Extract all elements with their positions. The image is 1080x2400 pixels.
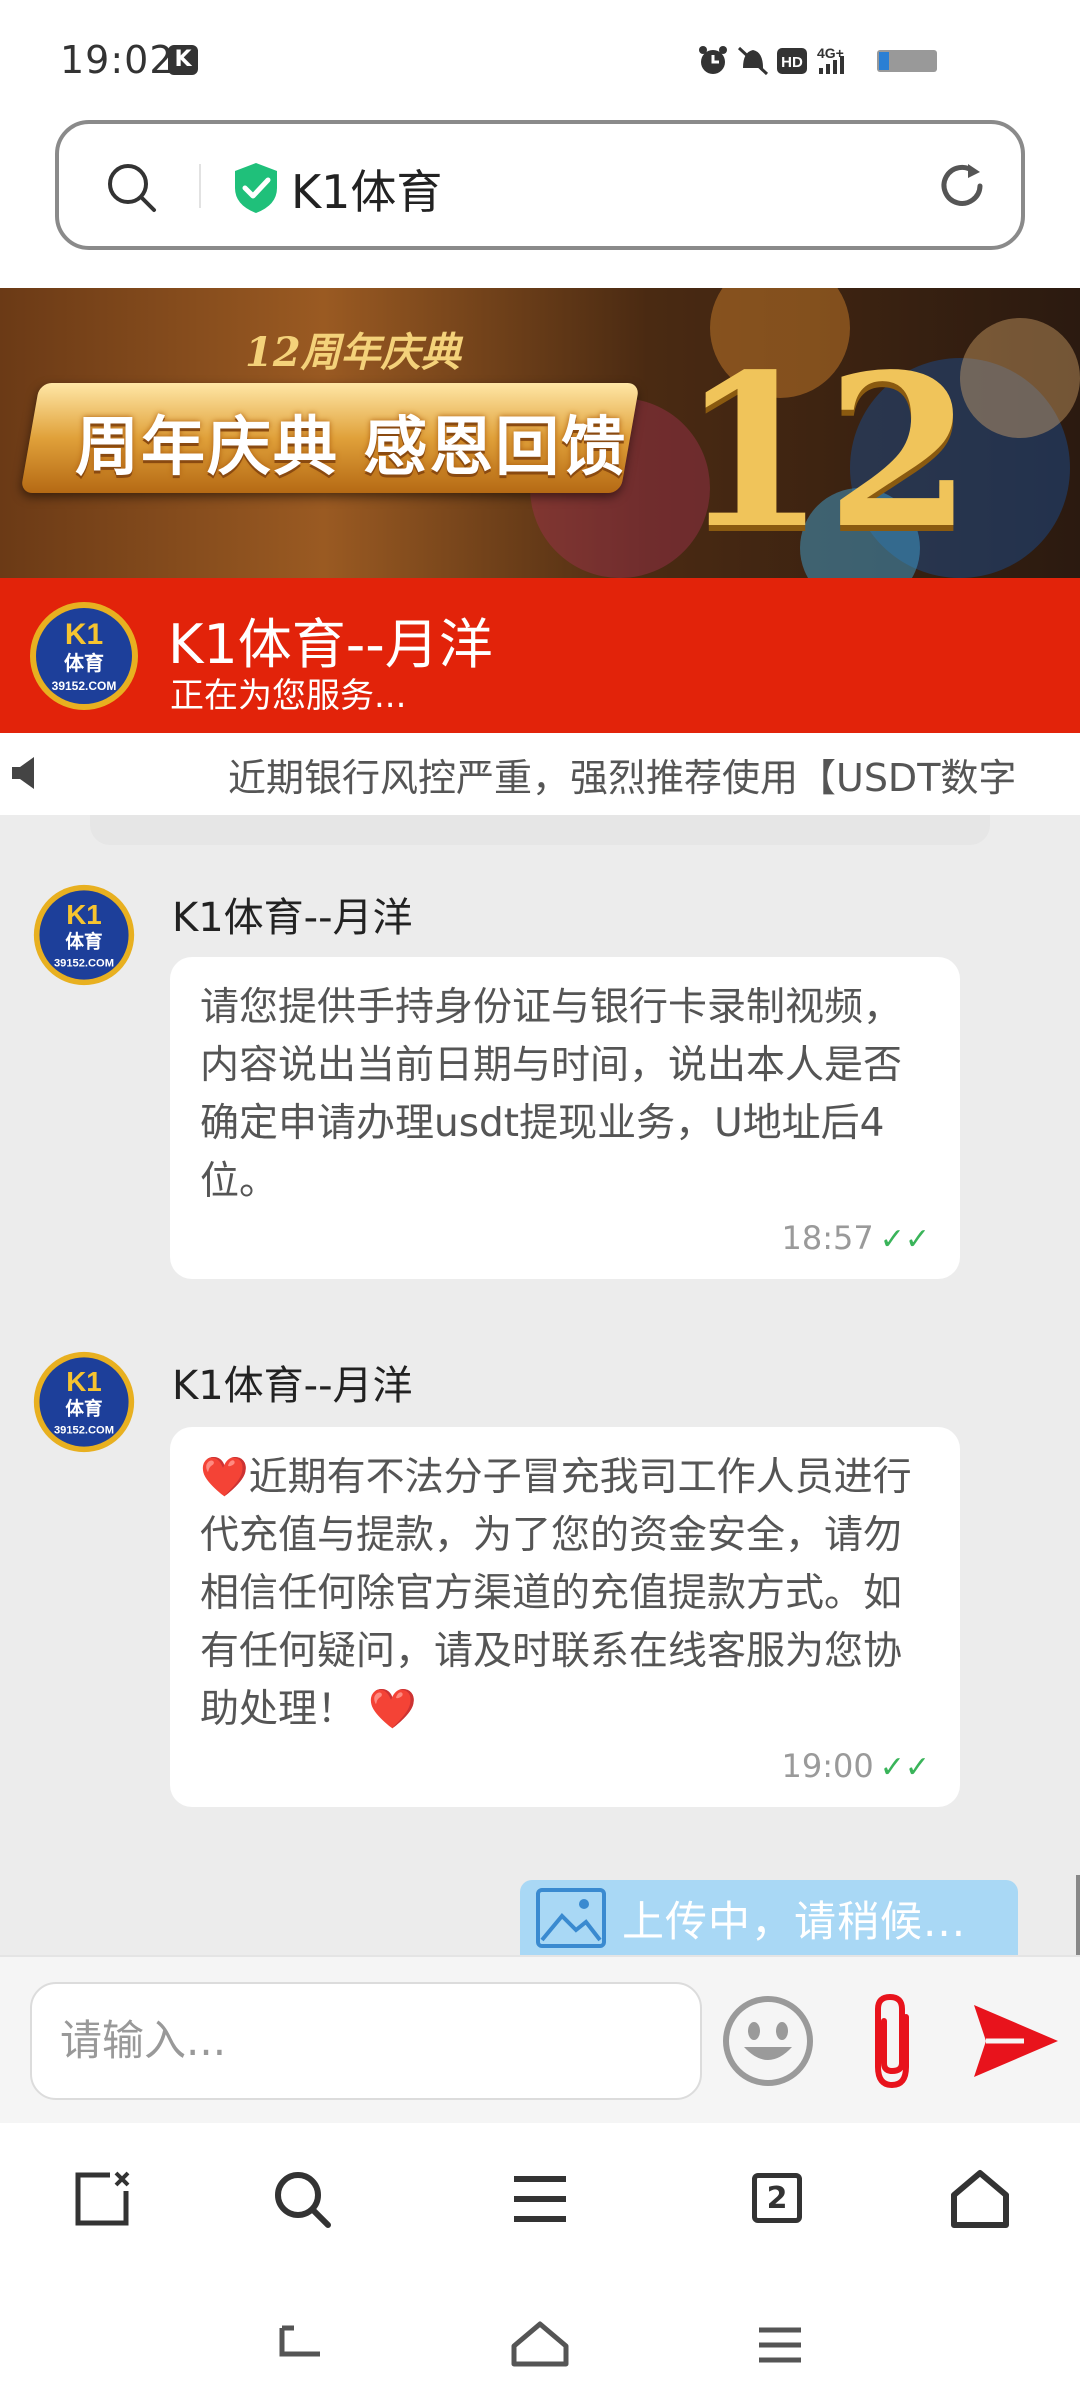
mute-icon <box>737 46 769 76</box>
message-avatar: K1 体育 39152.COM <box>33 1351 135 1453</box>
message-meta: 18:57 ✓✓ <box>200 1219 931 1257</box>
upload-status-text: 上传中，请稍候... <box>622 1897 967 1946</box>
hd-icon: HD <box>777 48 807 74</box>
status-time: 19:02 <box>60 38 175 82</box>
avatar-domain-text: 39152.COM <box>54 1425 114 1437</box>
search-icon[interactable] <box>270 2167 334 2231</box>
avatar-domain-text: 39152.COM <box>52 679 117 693</box>
message-sender: K1体育--月洋 <box>172 895 413 941</box>
avatar-sport-text: 体育 <box>65 931 102 953</box>
status-icons: HD 4G+ <box>699 45 937 76</box>
message-meta: 19:00 ✓✓ <box>200 1747 931 1785</box>
close-page-icon[interactable] <box>70 2167 134 2231</box>
speaker-icon <box>12 757 34 789</box>
previous-message-bubble <box>90 815 990 845</box>
message-time: 18:57 <box>781 1219 874 1257</box>
notice-bar: 近期银行风控严重，强烈推荐使用【USDT数字 <box>0 733 1080 815</box>
menu-icon[interactable] <box>508 2167 572 2231</box>
avatar-domain-text: 39152.COM <box>54 958 114 970</box>
screen: 19:02 K HD 4G+ K1体育 12周年庆典 周年庆典 感恩回馈 12 … <box>0 0 1080 2400</box>
alarm-icon <box>699 46 727 74</box>
banner-anniversary-number: 12 <box>680 328 973 575</box>
back-icon[interactable] <box>272 2320 328 2370</box>
input-bar: 请输入... <box>0 1955 1080 2123</box>
avatar-k1-text: K1 <box>66 899 102 930</box>
address-divider <box>199 164 201 208</box>
search-icon[interactable] <box>104 160 160 216</box>
message-sender: K1体育--月洋 <box>172 1363 413 1409</box>
notice-marquee-text: 近期银行风控严重，强烈推荐使用【USDT数字 <box>228 756 1017 800</box>
banner-subtitle: 12周年庆典 <box>245 329 461 376</box>
banner-title: 周年庆典 感恩回馈 <box>75 411 628 485</box>
tab-count: 2 <box>752 2173 802 2223</box>
system-navigation <box>0 2280 1080 2400</box>
recents-icon[interactable] <box>755 2320 805 2370</box>
address-bar[interactable]: K1体育 <box>55 120 1025 250</box>
reload-icon[interactable] <box>934 158 990 214</box>
avatar-k1-text: K1 <box>66 1366 102 1397</box>
tabs-button[interactable]: 2 <box>746 2167 810 2231</box>
attachment-icon[interactable] <box>860 1987 924 2097</box>
message-body: 近期有不法分子冒充我司工作人员进行代充值与提款，为了您的资金安全，请勿相信任何除… <box>200 1455 912 1732</box>
message-avatar: K1 体育 39152.COM <box>33 884 135 986</box>
message-text: 请您提供手持身份证与银行卡录制视频，内容说出当前日期与时间，说出本人是否确定申请… <box>200 985 903 1204</box>
shield-icon <box>235 163 277 213</box>
message-bubble[interactable]: 请您提供手持身份证与银行卡录制视频，内容说出当前日期与时间，说出本人是否确定申请… <box>170 957 960 1279</box>
heart-icon: ❤️ <box>200 1455 249 1500</box>
message-input[interactable]: 请输入... <box>30 1982 702 2100</box>
chat-area[interactable]: K1 体育 39152.COM K1体育--月洋 请您提供手持身份证与银行卡录制… <box>0 815 1080 1955</box>
send-icon[interactable] <box>970 1999 1062 2083</box>
upload-progress: 上传中，请稍候... <box>520 1880 1018 1955</box>
hd-label: HD <box>781 54 803 71</box>
message-text: ❤️近期有不法分子冒充我司工作人员进行代充值与提款，为了您的资金安全，请勿相信任… <box>200 1449 930 1739</box>
home-nav-icon[interactable] <box>510 2320 570 2370</box>
double-check-icon: ✓✓ <box>879 1750 930 1785</box>
heart-icon: ❤️ <box>368 1687 417 1732</box>
scrollbar[interactable] <box>1076 1875 1080 1955</box>
browser-toolbar: 2 <box>0 2123 1080 2280</box>
signal-icon: 4G+ <box>817 45 844 74</box>
double-check-icon: ✓✓ <box>879 1222 930 1257</box>
message-bubble[interactable]: ❤️近期有不法分子冒充我司工作人员进行代充值与提款，为了您的资金安全，请勿相信任… <box>170 1427 960 1807</box>
agent-status: 正在为您服务... <box>170 676 407 716</box>
avatar-sport-text: 体育 <box>65 1398 102 1420</box>
agent-avatar: K1 体育 39152.COM <box>30 602 138 710</box>
emoji-icon[interactable] <box>718 1991 818 2091</box>
app-notification-icon: K <box>168 45 198 75</box>
image-icon <box>536 1888 606 1948</box>
message-time: 19:00 <box>781 1747 874 1785</box>
status-bar: 19:02 K HD 4G+ <box>0 0 1080 120</box>
battery-icon <box>877 50 937 72</box>
avatar-k1-text: K1 <box>65 618 103 651</box>
promo-banner[interactable]: 12周年庆典 周年庆典 感恩回馈 12 <box>0 288 1080 578</box>
home-icon[interactable] <box>948 2167 1012 2231</box>
avatar-sport-text: 体育 <box>64 651 104 675</box>
page-title[interactable]: K1体育 <box>291 156 442 222</box>
network-label: 4G+ <box>817 45 844 61</box>
chat-header: K1 体育 39152.COM K1体育--月洋 正在为您服务... <box>0 578 1080 733</box>
